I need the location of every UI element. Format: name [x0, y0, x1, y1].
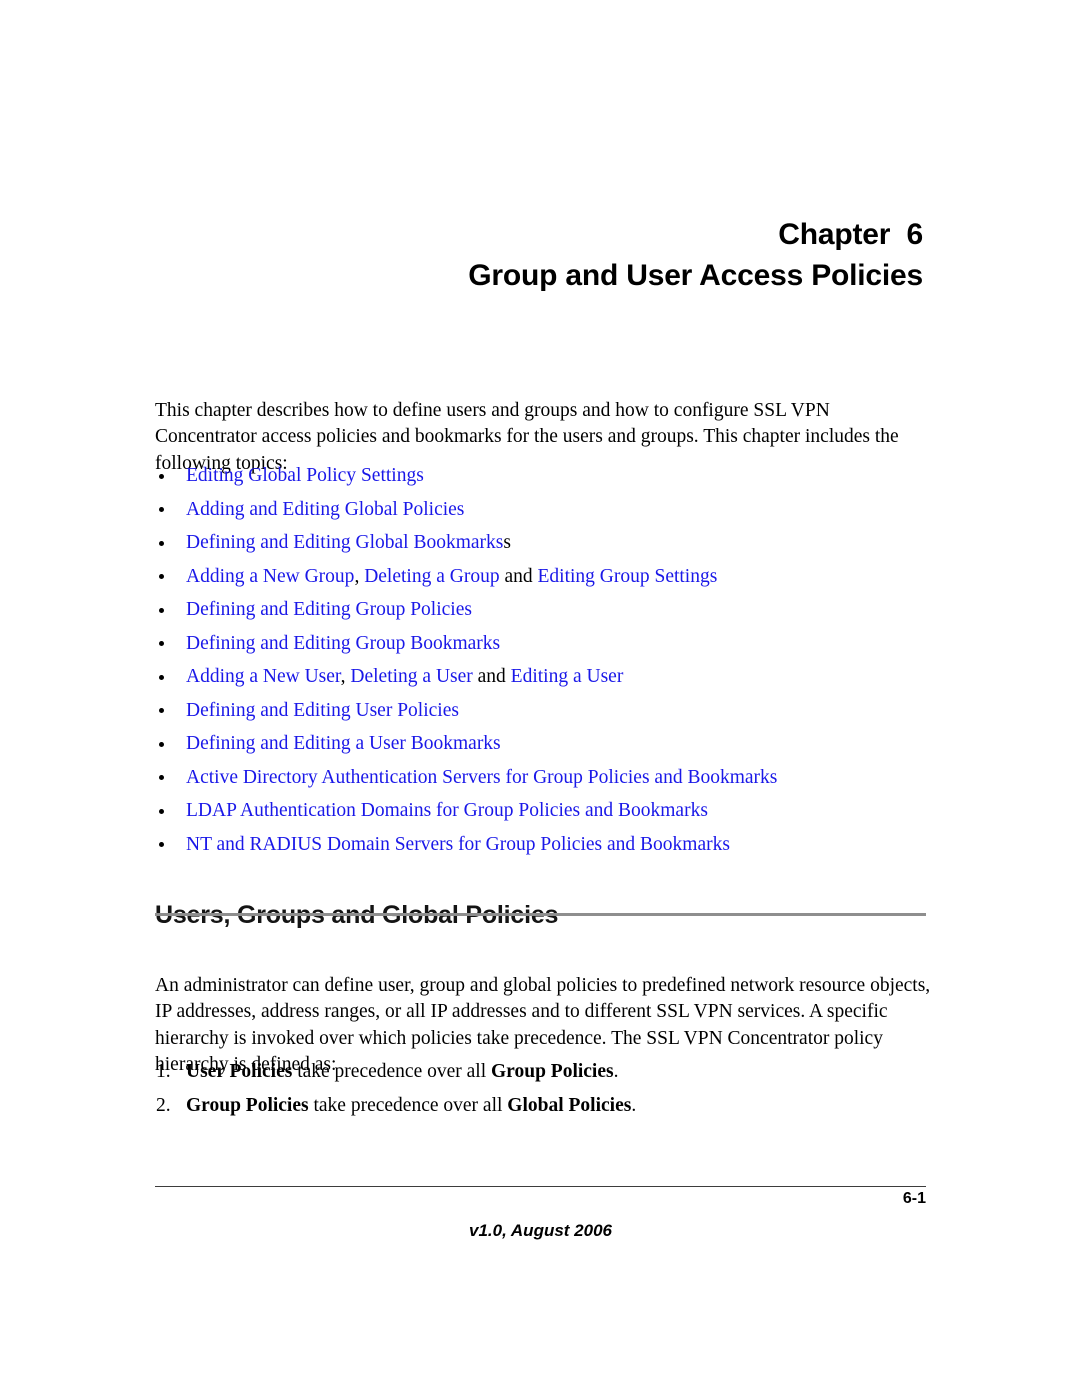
policy-text: take precedence over all: [308, 1094, 508, 1116]
topic-list-item: Active Directory Authentication Servers …: [155, 761, 945, 795]
topic-link[interactable]: Deleting a User: [350, 666, 472, 687]
topic-list-item: Defining and Editing Group Bookmarks: [155, 627, 945, 661]
bullet-icon: [159, 641, 164, 647]
bullet-icon: [159, 674, 164, 680]
document-page: Chapter 6 Group and User Access Policies…: [0, 0, 1080, 1397]
topic-list-item: Adding a New Group, Deleting a Group and…: [155, 560, 945, 594]
topic-link[interactable]: NT and RADIUS Domain Servers for Group P…: [186, 834, 730, 855]
bullet-icon: [159, 473, 164, 479]
policy-text: .: [631, 1094, 637, 1116]
bullet-icon: [159, 574, 164, 580]
topic-link[interactable]: Adding and Editing Global Policies: [186, 499, 464, 520]
bullet-icon: [159, 741, 164, 747]
topic-text: and: [499, 565, 538, 587]
policy-term: Group Policies: [186, 1094, 309, 1116]
policy-hierarchy-list: 1. User Policies take precedence over all…: [155, 1056, 945, 1123]
policy-text: take precedence over all: [292, 1061, 491, 1082]
policy-term: User Policies: [186, 1061, 293, 1082]
chapter-heading: Chapter 6 Group and User Access Policies: [155, 216, 923, 298]
topic-link[interactable]: Adding a New User: [186, 666, 341, 687]
topic-link[interactable]: Editing a User: [511, 666, 624, 687]
topic-link[interactable]: Editing Global Policy Settings: [186, 465, 424, 486]
topic-link[interactable]: Defining and Editing Group Policies: [186, 599, 472, 620]
topic-link[interactable]: Deleting a Group: [364, 566, 499, 587]
footer-version: v1.0, August 2006: [469, 1221, 612, 1240]
topic-link[interactable]: Defining and Editing User Policies: [186, 700, 459, 721]
chapter-title: Group and User Access Policies: [468, 259, 923, 292]
topic-text: ,: [340, 666, 351, 687]
bullet-icon: [159, 775, 164, 781]
topic-list-item: Defining and Editing Group Policies: [155, 593, 945, 627]
topic-link[interactable]: Adding a New Group: [186, 566, 354, 587]
topic-text: s: [503, 532, 511, 553]
topic-link[interactable]: Defining and Editing Global Bookmarks: [186, 532, 503, 553]
topic-link[interactable]: Defining and Editing Group Bookmarks: [186, 633, 500, 654]
policy-term: Global Policies: [507, 1094, 632, 1116]
bullet-icon: [159, 808, 164, 814]
topic-list-item: LDAP Authentication Domains for Group Po…: [155, 794, 945, 828]
policy-term: Group Policies: [491, 1061, 614, 1082]
list-number: 2.: [156, 1094, 171, 1116]
section-heading-rule: [155, 913, 926, 916]
page-number: 6-1: [902, 1190, 926, 1207]
list-number: 1.: [156, 1061, 171, 1082]
topic-link[interactable]: Editing Group Settings: [537, 566, 717, 587]
bullet-icon: [159, 507, 164, 513]
policy-hierarchy-item: 1. User Policies take precedence over all…: [155, 1056, 945, 1090]
policy-text: .: [613, 1061, 619, 1082]
topic-list-item: Editing Global Policy Settings: [155, 459, 945, 493]
bullet-icon: [159, 540, 164, 546]
bullet-icon: [159, 607, 164, 613]
topic-list-item: Adding and Editing Global Policies: [155, 493, 945, 527]
topic-link[interactable]: Defining and Editing a User Bookmarks: [186, 733, 501, 754]
topic-text: ,: [354, 565, 365, 587]
topic-link[interactable]: Active Directory Authentication Servers …: [186, 767, 777, 788]
chapter-number-line: Chapter 6: [778, 218, 923, 251]
topic-list-item: Defining and Editing a User Bookmarks: [155, 727, 945, 761]
topic-text: and: [472, 666, 511, 687]
topic-list-item: Adding a New User, Deleting a User and E…: [155, 660, 945, 694]
bullet-icon: [159, 842, 164, 848]
bullet-icon: [159, 708, 164, 714]
topic-list: Editing Global Policy Settings Adding and…: [155, 459, 945, 861]
topic-list-item: NT and RADIUS Domain Servers for Group P…: [155, 828, 945, 862]
footer-rule: [155, 1186, 926, 1187]
policy-hierarchy-item: 2. Group Policies take precedence over al…: [155, 1090, 945, 1124]
topic-list-item: Defining and Editing User Policies: [155, 694, 945, 728]
topic-link[interactable]: LDAP Authentication Domains for Group Po…: [186, 800, 708, 821]
topic-list-item: Defining and Editing Global Bookmarkss: [155, 526, 945, 560]
